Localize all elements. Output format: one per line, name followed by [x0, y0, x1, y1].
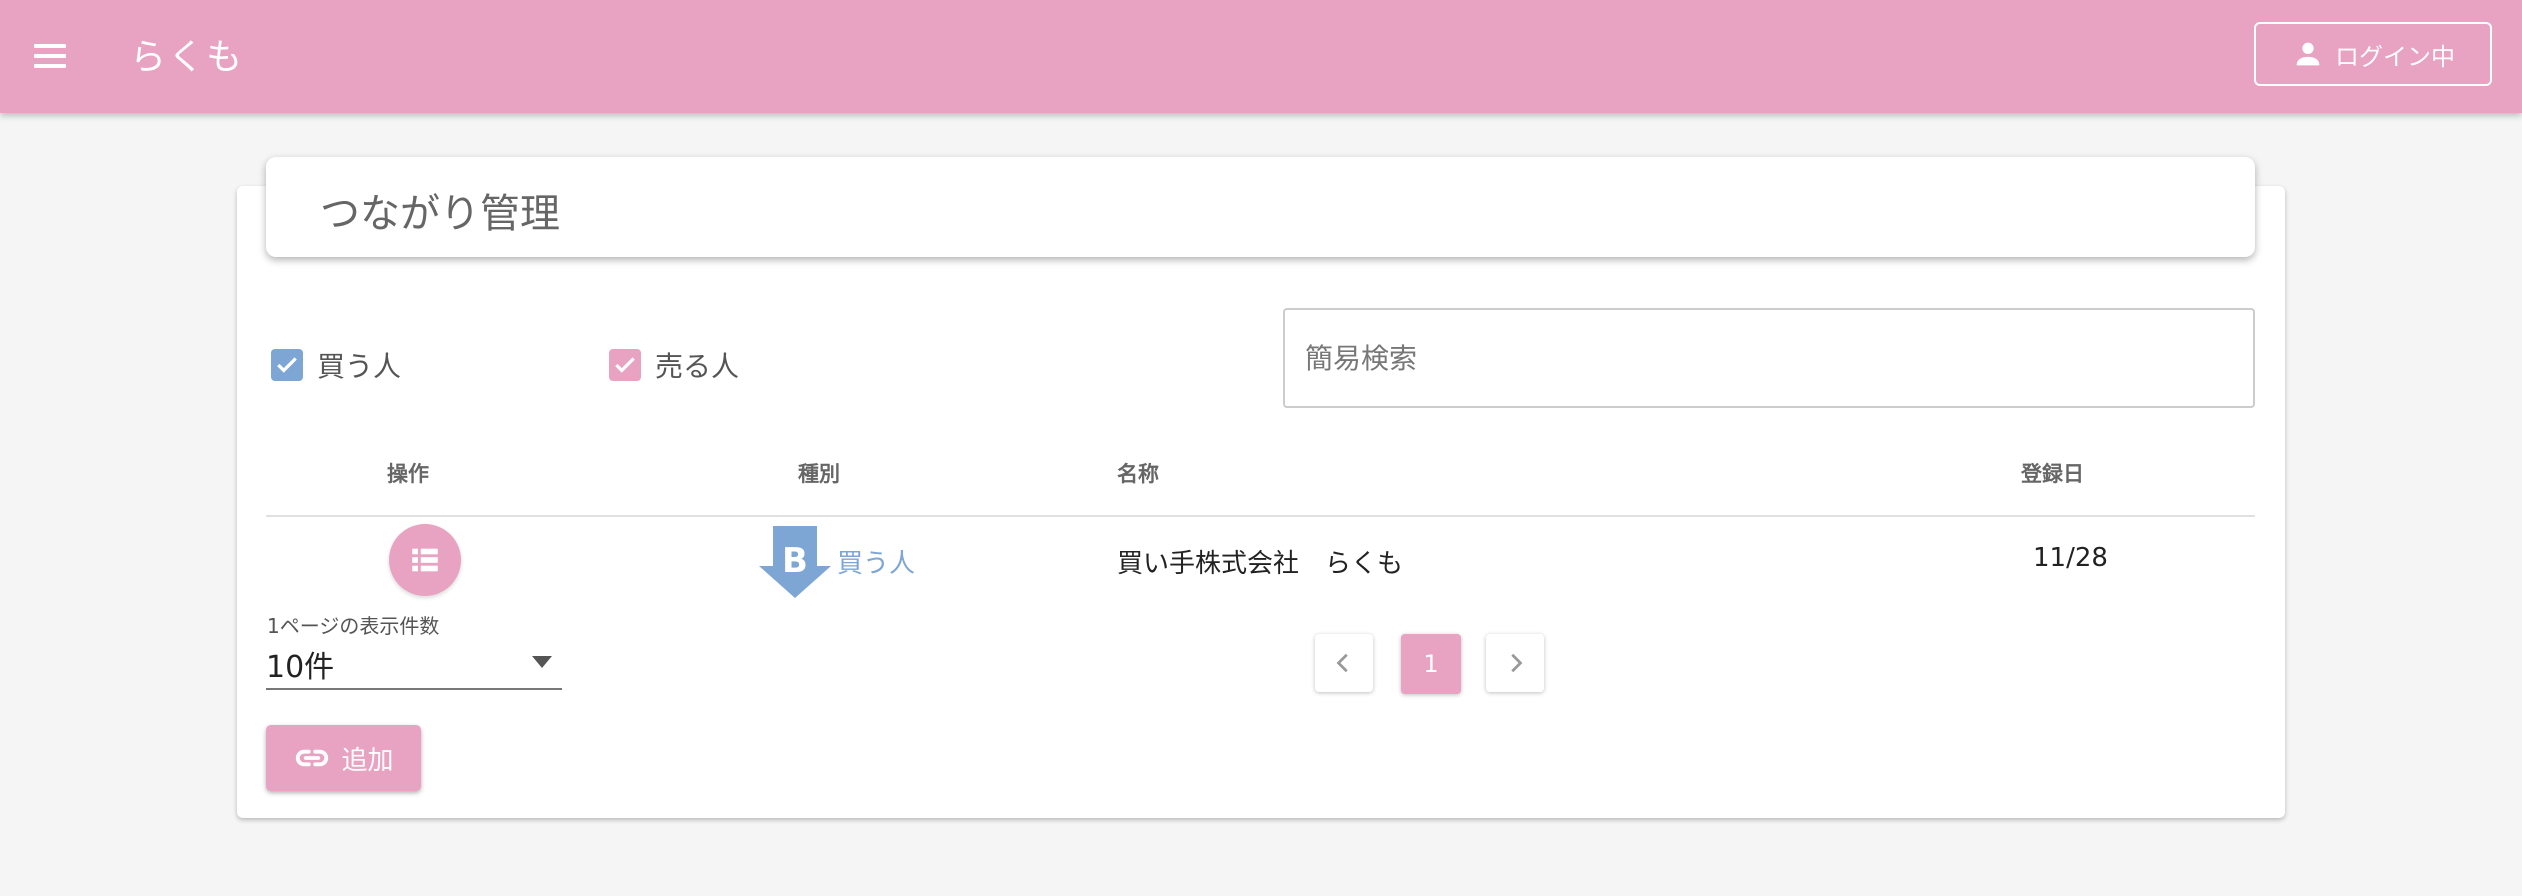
filter-seller-checkbox[interactable]: 売る人: [609, 345, 739, 385]
filter-seller-label: 売る人: [655, 350, 740, 383]
row-type: 買う人: [837, 549, 916, 579]
connections-card: [237, 186, 2285, 818]
check-icon: [277, 357, 297, 373]
check-icon: [615, 357, 635, 373]
header-name: 名称: [1117, 462, 1159, 486]
chevron-down-icon: [532, 656, 552, 668]
list-icon: [412, 548, 438, 572]
per-page-value: 10件: [266, 650, 335, 685]
chevron-right-icon: [1511, 653, 1523, 673]
page-prev-button[interactable]: [1315, 634, 1373, 692]
login-status-label: ログイン中: [2335, 42, 2455, 71]
account-icon: [2296, 42, 2320, 66]
menu-icon[interactable]: [24, 36, 76, 76]
buyer-badge-icon: B: [759, 526, 831, 598]
buyer-badge-letter: B: [782, 541, 808, 581]
page-title: つながり管理: [320, 191, 560, 237]
per-page-select[interactable]: 10件: [266, 638, 562, 690]
header-type: 種別: [798, 462, 840, 486]
search-input[interactable]: [1283, 308, 2255, 408]
app-bar: らくも ログイン中: [0, 0, 2522, 113]
filter-buyer-checkbox[interactable]: 買う人: [271, 345, 401, 385]
add-button-label: 追加: [341, 745, 394, 776]
per-page-label: 1ページの表示件数: [267, 614, 440, 638]
header-operation: 操作: [387, 462, 429, 486]
login-status-button[interactable]: ログイン中: [2254, 22, 2492, 86]
page-number-button[interactable]: 1: [1401, 634, 1461, 694]
table-header-divider: [266, 515, 2255, 517]
row-registered: 11/28: [2033, 543, 2108, 573]
app-title: らくも: [130, 37, 245, 78]
chevron-left-icon: [1336, 653, 1348, 673]
link-icon: [296, 749, 329, 767]
row-detail-button[interactable]: [389, 524, 461, 596]
buyer-checkbox-box[interactable]: [271, 349, 303, 381]
seller-checkbox-box[interactable]: [609, 349, 641, 381]
add-button[interactable]: 追加: [266, 725, 421, 791]
row-name: 買い手株式会社 らくも: [1117, 549, 1404, 579]
page-next-button[interactable]: [1486, 634, 1544, 692]
filter-buyer-label: 買う人: [317, 350, 402, 383]
card-header: つながり管理: [266, 157, 2255, 257]
header-registered: 登録日: [2021, 462, 2084, 486]
